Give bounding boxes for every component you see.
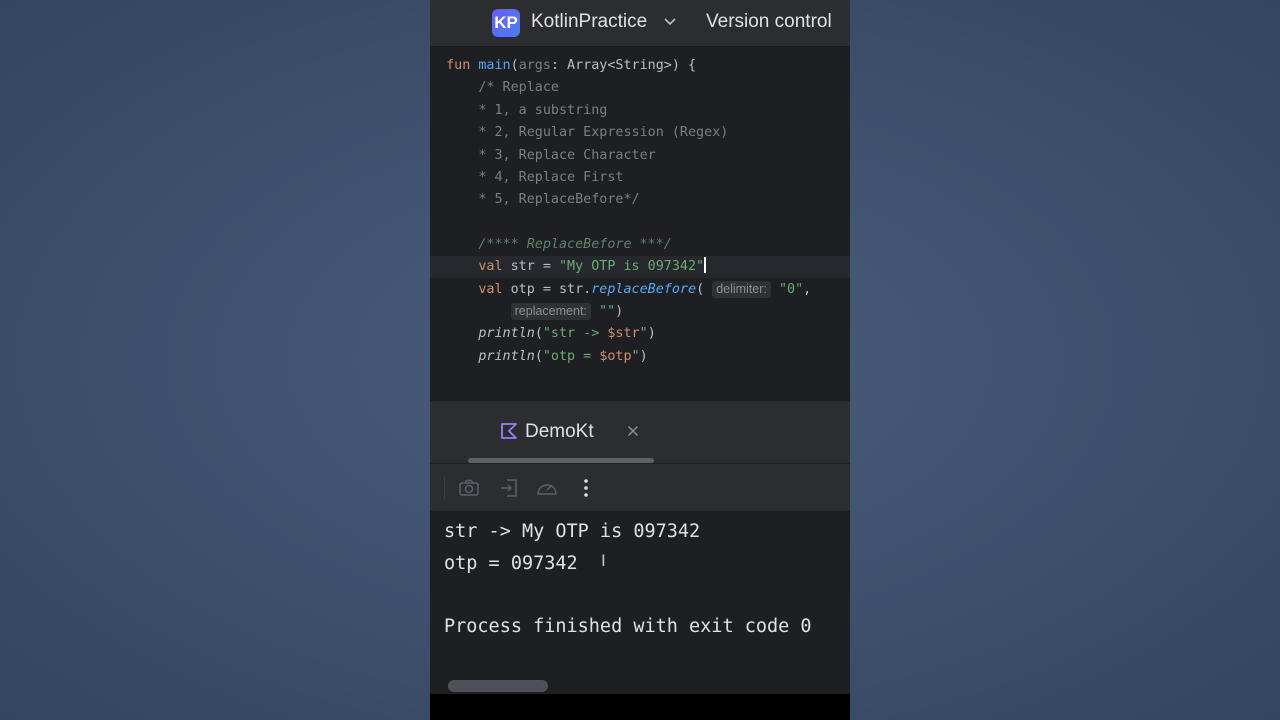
code-line: /**** ReplaceBefore ***/ (446, 237, 672, 252)
code-line: * 1, a substring (446, 103, 608, 118)
project-name[interactable]: KotlinPractice (531, 11, 647, 33)
run-toolbar (430, 463, 850, 512)
camera-icon[interactable] (458, 477, 480, 499)
code-line: /* Replace (446, 80, 559, 95)
run-tab-bar: DemoKt (430, 401, 850, 463)
run-tool-window: DemoKt str -> My OTP is 097342 otp = 097… (430, 401, 850, 720)
kotlin-file-icon (501, 423, 517, 439)
console-line: str -> My OTP is 097342 (444, 521, 701, 542)
title-bar: KP KotlinPractice Version control (430, 0, 850, 47)
ide-window: KP KotlinPractice Version control fun ma… (430, 0, 850, 720)
chevron-down-icon[interactable] (664, 17, 676, 27)
toolbar-divider (444, 476, 445, 500)
code-editor[interactable]: fun main(args: Array<String>) { /* Repla… (430, 47, 850, 401)
close-icon[interactable] (627, 425, 639, 437)
code-line-current: val str = "My OTP is 097342" (430, 256, 850, 278)
code-line: val otp = str.replaceBefore( delimiter: … (446, 281, 812, 298)
parameter-hint: delimiter: (712, 281, 771, 298)
code-line: println("otp = $otp") (446, 349, 648, 364)
console-scrollbar[interactable] (448, 680, 548, 692)
code-line: * 3, Replace Character (446, 148, 656, 163)
code-line: * 2, Regular Expression (Regex) (446, 125, 729, 140)
code-line: replacement: "") (430, 301, 850, 323)
console-line: Process finished with exit code 0 (444, 616, 812, 637)
code-line: * 5, ReplaceBefore*/ (446, 192, 640, 207)
project-badge[interactable]: KP (492, 9, 520, 37)
more-vertical-icon[interactable] (582, 477, 590, 499)
console-scrollbar-track (430, 676, 850, 694)
text-cursor-icon: I (601, 551, 606, 570)
code-line: * 4, Replace First (446, 170, 624, 185)
version-control-menu[interactable]: Version control (706, 11, 832, 33)
console-output[interactable]: str -> My OTP is 097342 otp = 097342 I P… (430, 511, 850, 676)
parameter-hint: replacement: (510, 303, 591, 320)
gauge-icon[interactable] (535, 477, 559, 499)
tab-demokt[interactable]: DemoKt (525, 421, 594, 443)
console-line: otp = 097342 (444, 553, 578, 574)
code-line: fun main(args: Array<String>) { (446, 58, 697, 73)
exit-icon[interactable] (498, 477, 520, 499)
bottom-bar (430, 694, 850, 720)
code-line: println("str -> $str") (446, 326, 656, 341)
text-caret (704, 257, 707, 273)
